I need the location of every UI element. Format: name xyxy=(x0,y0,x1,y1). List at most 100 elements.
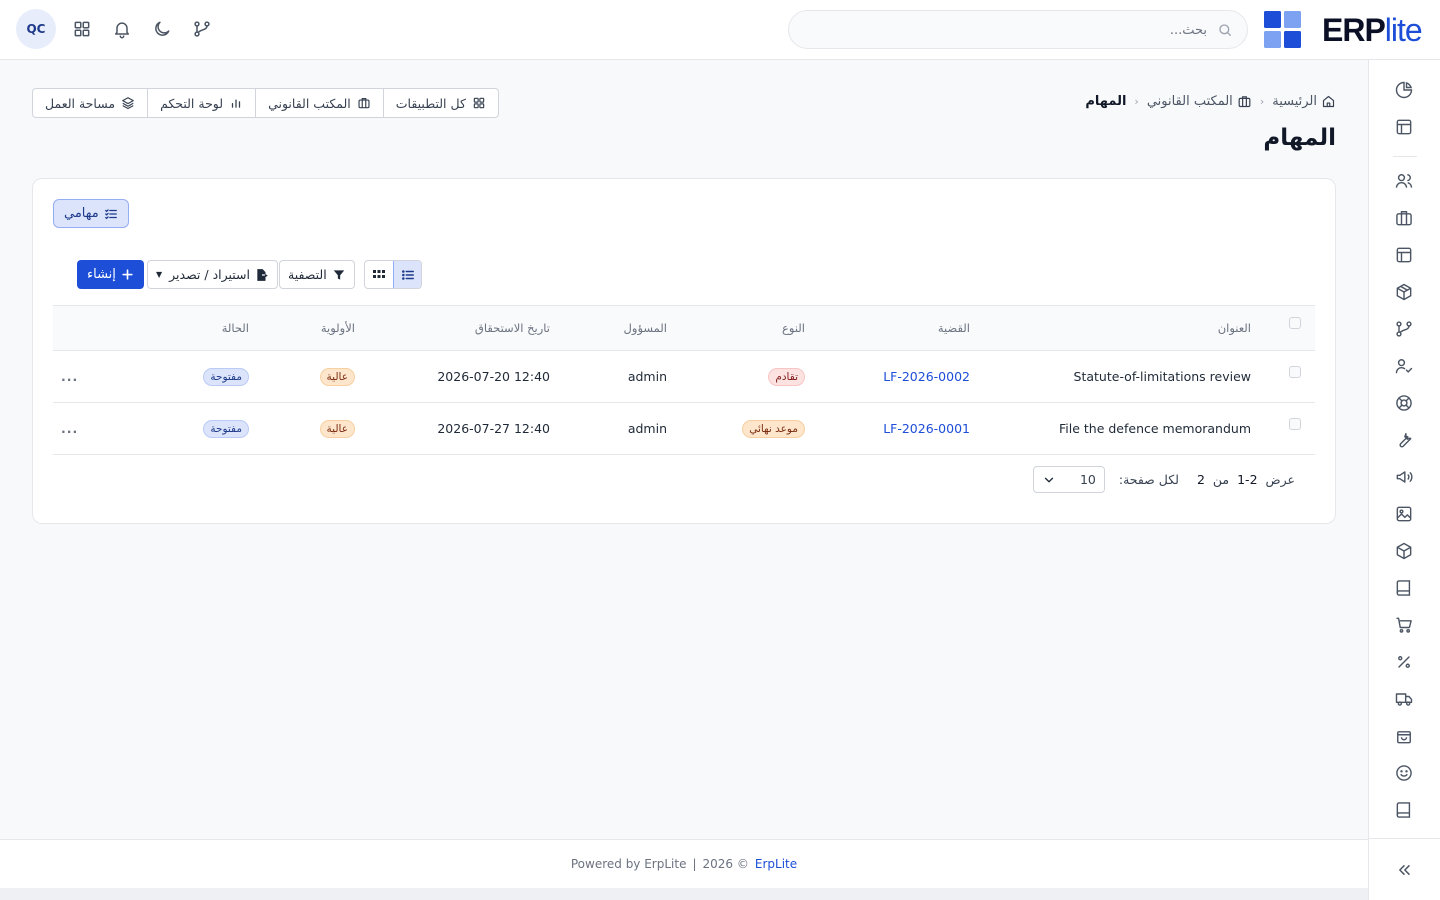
per-page-select[interactable]: 10 xyxy=(1032,466,1105,493)
tasks-card: مهامي إنشاء استيراد / تصدير ▼ التصفية ال… xyxy=(32,178,1336,524)
bar-chart-icon xyxy=(229,96,243,110)
footer-brand-link[interactable]: ErpLite xyxy=(755,857,797,871)
truck-icon[interactable] xyxy=(1394,689,1414,709)
column-status[interactable]: الحالة xyxy=(222,306,249,350)
package-icon[interactable] xyxy=(1394,282,1414,302)
top-header: QC ERPlite xyxy=(0,0,1440,60)
bell-icon[interactable] xyxy=(111,18,133,40)
notebook-icon[interactable] xyxy=(1394,800,1414,820)
column-assignee[interactable]: المسؤول xyxy=(624,306,667,350)
git-branch-icon[interactable] xyxy=(191,18,213,40)
status-badge: مفتوحة xyxy=(203,367,249,386)
priority-badge: عالية xyxy=(319,367,355,386)
all-apps-button[interactable]: كل التطبيقات xyxy=(384,89,498,117)
apps-grid-icon[interactable] xyxy=(71,18,93,40)
search-input[interactable] xyxy=(827,20,1207,40)
plus-icon xyxy=(121,268,134,281)
filter-button[interactable]: التصفية xyxy=(279,260,355,289)
row-checkbox[interactable] xyxy=(1289,366,1301,378)
type-badge: تقادم xyxy=(768,367,805,386)
column-due-date[interactable]: تاريخ الاستحقاق xyxy=(475,306,550,350)
footer: Powered by ErpLite | 2026 © ErpLite xyxy=(0,839,1368,888)
view-toggle xyxy=(364,260,422,289)
assignee-cell: admin xyxy=(627,421,667,436)
file-export-icon xyxy=(255,268,269,282)
case-link[interactable]: LF-2026-0001 xyxy=(883,403,970,454)
search-icon xyxy=(1217,22,1233,38)
grid-view-button[interactable] xyxy=(365,261,393,288)
pie-chart-icon[interactable] xyxy=(1394,80,1414,100)
sidebar-collapse xyxy=(1369,838,1440,900)
users-icon[interactable] xyxy=(1394,171,1414,191)
task-title[interactable]: File the defence memorandum xyxy=(1059,403,1251,454)
row-checkbox[interactable] xyxy=(1289,418,1301,430)
priority-badge: عالية xyxy=(319,419,355,438)
column-title[interactable]: العنوان xyxy=(1218,306,1251,350)
row-actions-button[interactable]: ... xyxy=(61,351,78,402)
per-page-label: لكل صفحة: xyxy=(1118,472,1179,487)
right-sidebar xyxy=(1368,60,1440,900)
smile-icon[interactable] xyxy=(1394,763,1414,783)
list-view-button[interactable] xyxy=(393,261,421,288)
pagination-of: من xyxy=(1212,472,1230,487)
assignee-cell: admin xyxy=(627,369,667,384)
search-box[interactable] xyxy=(788,10,1248,49)
filter-icon xyxy=(332,268,346,282)
breadcrumb-home[interactable]: الرئيسية xyxy=(1272,94,1336,109)
pagination: عرض 1-2 من 2 لكل صفحة: 10 xyxy=(1032,466,1295,493)
legal-office-button[interactable]: المكتب القانوني xyxy=(256,89,384,117)
per-page-value: 10 xyxy=(1079,472,1096,487)
layout-icon[interactable] xyxy=(1394,117,1414,137)
page-title: المهام xyxy=(1263,125,1336,151)
percent-icon[interactable] xyxy=(1394,652,1414,672)
row-actions-button[interactable]: ... xyxy=(61,403,78,454)
erplite-logo-text[interactable]: ERPlite xyxy=(1322,12,1423,49)
pagination-total: 2 xyxy=(1196,472,1205,487)
lifebuoy-icon[interactable] xyxy=(1394,393,1414,413)
wrench-icon[interactable] xyxy=(1394,430,1414,450)
template-icon[interactable] xyxy=(1394,245,1414,265)
due-date-cell: 2026-07-27 12:40 xyxy=(437,421,550,436)
task-title[interactable]: Statute-of-limitations review xyxy=(1074,351,1251,402)
footer-separator: | xyxy=(692,857,697,871)
column-type[interactable]: النوع xyxy=(782,306,805,350)
moon-icon[interactable] xyxy=(151,18,173,40)
table-row[interactable]: Statute-of-limitations review LF-2026-00… xyxy=(53,351,1315,403)
dashboard-button[interactable]: لوحة التحكم xyxy=(148,89,257,117)
caret-down-icon: ▼ xyxy=(156,270,163,279)
user-check-icon[interactable] xyxy=(1394,356,1414,376)
select-all-checkbox[interactable] xyxy=(1289,317,1301,329)
image-icon[interactable] xyxy=(1394,504,1414,524)
type-cell: موعد نهائي xyxy=(742,403,805,454)
breadcrumb-legal-office[interactable]: المكتب القانوني xyxy=(1147,94,1252,109)
quick-nav-group: مساحة العمل لوحة التحكم المكتب القانوني … xyxy=(32,88,499,118)
create-button[interactable]: إنشاء xyxy=(77,260,144,289)
sidebar-divider xyxy=(1393,156,1417,157)
case-link[interactable]: LF-2026-0002 xyxy=(883,351,970,402)
column-priority[interactable]: الأولوية xyxy=(321,306,355,350)
megaphone-icon[interactable] xyxy=(1394,467,1414,487)
git-branch-icon[interactable] xyxy=(1394,319,1414,339)
breadcrumb: الرئيسية ‹ المكتب القانوني ‹ المهام xyxy=(1085,94,1336,109)
briefcase-icon xyxy=(1237,94,1252,109)
workspace-button[interactable]: مساحة العمل xyxy=(33,89,149,117)
type-cell: تقادم xyxy=(768,351,805,402)
box-icon[interactable] xyxy=(1394,541,1414,561)
user-avatar[interactable]: QC xyxy=(16,9,56,49)
type-badge: موعد نهائي xyxy=(742,419,805,438)
due-date-cell: 2026-07-20 12:40 xyxy=(437,369,550,384)
pagination-showing: عرض xyxy=(1265,472,1295,487)
status-cell: مفتوحة xyxy=(203,403,249,454)
import-export-button[interactable]: استيراد / تصدير ▼ xyxy=(147,260,278,289)
erplite-logo-icon xyxy=(1264,11,1301,48)
column-case[interactable]: القضية xyxy=(938,306,970,350)
table-row[interactable]: File the defence memorandum LF-2026-0001… xyxy=(53,403,1315,455)
tab-my-tasks[interactable]: مهامي xyxy=(53,199,129,228)
cart-icon[interactable] xyxy=(1394,615,1414,635)
book-icon[interactable] xyxy=(1394,578,1414,598)
home-icon xyxy=(1321,94,1336,109)
shopping-bag-icon[interactable] xyxy=(1394,726,1414,746)
briefcase-icon[interactable] xyxy=(1394,208,1414,228)
apps-grid-icon xyxy=(472,96,486,110)
chevrons-left-icon[interactable] xyxy=(1394,860,1414,880)
